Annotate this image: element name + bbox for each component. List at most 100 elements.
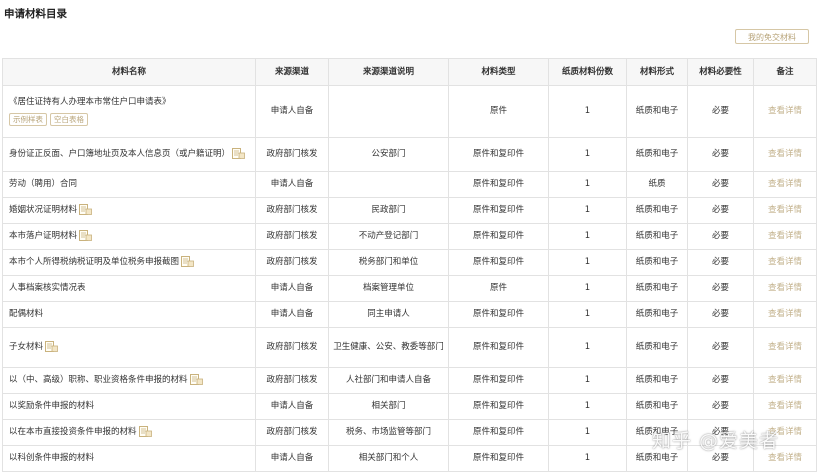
paper-copies-text: 1 [584,375,591,385]
material-type-text: 原件 [489,283,507,293]
material-name-cell: 《居住证持有人办理本市常住户口申请表》 示例样表 空白表格 [2,85,256,138]
paper-copies-cell: 1 [548,197,627,224]
material-form-cell: 纸质和电子 [626,301,688,328]
source-channel-text: 政府部门核发 [266,375,318,385]
sample-form-button[interactable]: 示例样表 [9,113,47,126]
necessity-cell: 必要 [687,197,754,224]
channel-description-cell: 人社部门和申请人自备 [328,367,449,394]
material-name-cell: 子女材料 [2,327,256,368]
view-details-link[interactable]: 查看详情 [768,309,802,319]
paper-copies-text: 1 [584,342,591,352]
material-form-cell: 纸质和电子 [626,367,688,394]
channel-description-cell [328,85,449,138]
document-form-icon[interactable] [45,341,58,352]
necessity-text: 必要 [711,309,729,319]
material-name-cell: 以科创条件申报的材料 [2,445,256,472]
material-form-text: 纸质和电子 [635,309,679,319]
document-form-icon[interactable] [181,256,194,267]
page-title: 申请材料目录 [4,8,67,20]
view-details-link[interactable]: 查看详情 [768,375,802,385]
view-details-link[interactable]: 查看详情 [768,257,802,267]
view-details-link[interactable]: 查看详情 [768,106,802,116]
material-name-text: 本市落户证明材料 [9,231,78,241]
material-type-cell: 原件和复印件 [448,367,549,394]
document-form-icon[interactable] [138,426,152,437]
view-details-link[interactable]: 查看详情 [768,149,802,159]
material-type-text: 原件和复印件 [472,342,524,352]
table-header: 材料名称 来源渠道 来源渠道说明 材料类型 纸质材料份数 材料形式 材料必要性 … [2,58,817,86]
document-form-icon[interactable] [189,374,203,385]
material-type-text: 原件和复印件 [472,149,524,159]
view-details-link[interactable]: 查看详情 [768,231,802,241]
document-form-icon[interactable] [79,230,92,241]
material-form-text: 纸质和电子 [635,205,679,215]
source-channel-cell: 申请人自备 [255,445,329,472]
paper-copies-cell: 1 [548,419,627,446]
my-exempt-materials-button[interactable]: 我的免交材料 [735,29,809,44]
channel-description-text: 相关部门 [371,401,406,411]
material-name-text: 以奖励条件申报的材料 [9,401,95,411]
channel-description-text: 人社部门和申请人自备 [345,375,431,385]
materials-table: 材料名称 来源渠道 来源渠道说明 材料类型 纸质材料份数 材料形式 材料必要性 … [2,58,817,472]
channel-description-text: 税务部门和单位 [358,257,419,267]
document-form-icon[interactable] [232,148,245,159]
view-details-link[interactable]: 查看详情 [768,205,802,215]
channel-description-text: 档案管理单位 [362,283,414,293]
necessity-text: 必要 [711,401,729,411]
header-paper-copies: 纸质材料份数 [548,58,627,86]
header-material-form: 材料形式 [626,58,688,86]
view-details-link[interactable]: 查看详情 [768,342,802,352]
channel-description-cell: 卫生健康、公安、教委等部门 [328,327,449,368]
material-name-cell: 以（中、高级）职称、职业资格条件申报的材料 [2,367,256,394]
view-details-link[interactable]: 查看详情 [768,179,802,189]
necessity-cell: 必要 [687,171,754,198]
paper-copies-text: 1 [584,149,591,159]
material-form-cell: 纸质和电子 [626,393,688,420]
material-type-text: 原件和复印件 [472,401,524,411]
channel-description-cell: 民政部门 [328,197,449,224]
paper-copies-cell: 1 [548,445,627,472]
paper-copies-text: 1 [584,427,591,437]
material-form-text: 纸质和电子 [635,283,679,293]
necessity-text: 必要 [711,106,729,116]
table-row: 《居住证持有人办理本市常住户口申请表》 示例样表 空白表格 申请人自备 原件 1 纸质和电子… [2,85,817,138]
material-type-text: 原件和复印件 [472,179,524,189]
necessity-cell: 必要 [687,327,754,368]
necessity-text: 必要 [711,453,729,463]
material-form-text: 纸质和电子 [635,401,679,411]
channel-description-cell: 相关部门 [328,393,449,420]
table-row: 以（中、高级）职称、职业资格条件申报的材料 政府部门核发 人社部门和申请人自备 原件和… [2,367,817,394]
channel-description-text: 公安部门 [371,149,406,159]
table-row: 劳动（聘用）合同 申请人自备 原件和复印件 1 纸质 必要 查看详情 [2,171,817,198]
material-type-cell: 原件和复印件 [448,419,549,446]
material-name-text: 本市个人所得税纳税证明及单位税务申报截图 [9,257,180,267]
table-row: 以奖励条件申报的材料 申请人自备 相关部门 原件和复印件 1 纸质和电子 必要 查看详情 [2,393,817,420]
form-buttons: 示例样表 空白表格 [9,109,251,127]
header-necessity: 材料必要性 [687,58,754,86]
necessity-cell: 必要 [687,85,754,138]
material-form-text: 纸质和电子 [635,453,679,463]
source-channel-text: 申请人自备 [270,106,314,116]
necessity-text: 必要 [711,231,729,241]
material-name-cell: 以奖励条件申报的材料 [2,393,256,420]
material-form-cell: 纸质和电子 [626,223,688,250]
note-cell: 查看详情 [753,137,817,172]
table-row: 婚姻状况证明材料 政府部门核发 民政部门 原件和复印件 1 纸质和电子 必要 查看详情 [2,197,817,224]
document-form-icon[interactable] [79,204,92,215]
header-material-type: 材料类型 [448,58,549,86]
necessity-cell: 必要 [687,137,754,172]
blank-form-button[interactable]: 空白表格 [50,113,88,126]
note-cell: 查看详情 [753,301,817,328]
view-details-link[interactable]: 查看详情 [768,401,802,411]
necessity-cell: 必要 [687,249,754,276]
header-note: 备注 [753,58,817,86]
source-channel-text: 申请人自备 [270,453,314,463]
view-details-link[interactable]: 查看详情 [768,283,802,293]
view-details-link[interactable]: 查看详情 [768,453,802,463]
source-channel-cell: 政府部门核发 [255,197,329,224]
source-channel-text: 政府部门核发 [266,231,318,241]
source-channel-cell: 政府部门核发 [255,419,329,446]
necessity-text: 必要 [711,257,729,267]
note-cell: 查看详情 [753,327,817,368]
material-type-text: 原件 [489,106,507,116]
